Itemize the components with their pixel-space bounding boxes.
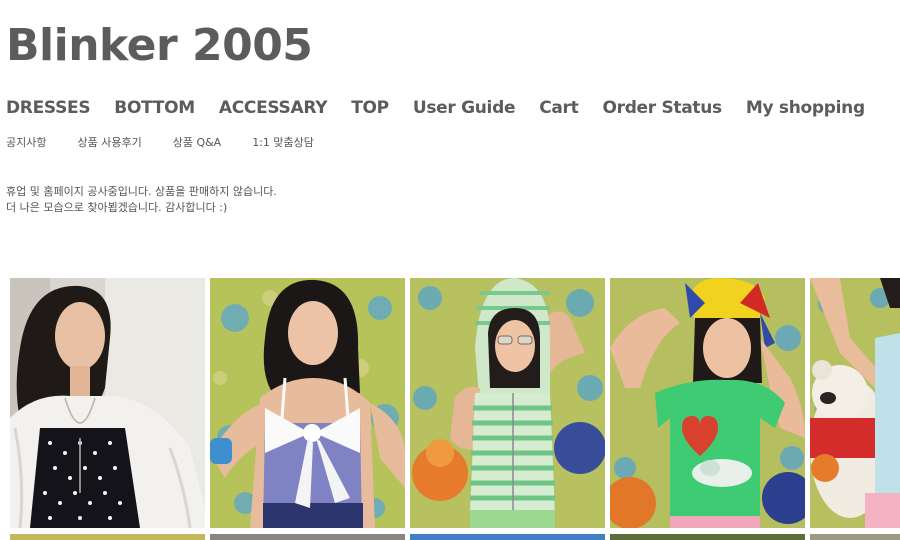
- notice-line-2: 더 나은 모습으로 찾아뵙겠습니다. 감사합니다 :): [6, 201, 228, 214]
- product-gallery: [10, 278, 900, 540]
- product-photo-2[interactable]: [210, 278, 405, 528]
- closure-notice: 휴업 및 홈페이지 공사중입니다. 상품을 판매하지 않습니다. 더 나은 모습…: [6, 184, 277, 216]
- product-photo-8[interactable]: [410, 534, 605, 540]
- sub-nav-qna[interactable]: 상품 Q&A: [173, 136, 222, 150]
- nav-top[interactable]: TOP: [351, 95, 389, 123]
- sub-nav-reviews[interactable]: 상품 사용후기: [77, 136, 141, 150]
- product-photo-white-cardigan-polka-dot-dress: [10, 278, 205, 528]
- nav-accessary[interactable]: ACCESSARY: [219, 95, 328, 123]
- nav-user-guide[interactable]: User Guide: [413, 95, 516, 123]
- sub-nav-notice[interactable]: 공지사항: [6, 136, 46, 150]
- product-photo-light-blue-top: [810, 278, 900, 528]
- site-logo[interactable]: Blinker 2005: [6, 18, 313, 74]
- product-photo-3[interactable]: [410, 278, 605, 528]
- nav-cart[interactable]: Cart: [539, 95, 579, 123]
- product-photo-7[interactable]: [210, 534, 405, 540]
- product-photo-1[interactable]: [10, 278, 205, 528]
- product-photo-green-heart-tshirt: [610, 278, 805, 528]
- product-photo-10[interactable]: [810, 534, 900, 540]
- product-photo-white-bow-tube-top: [210, 278, 405, 528]
- product-photo-5[interactable]: [810, 278, 900, 528]
- product-photo-6[interactable]: [10, 534, 205, 540]
- sub-nav: 공지사항 상품 사용후기 상품 Q&A 1:1 맞춤상담: [6, 136, 314, 150]
- product-photo-4[interactable]: [610, 278, 805, 528]
- main-nav: DRESSES BOTTOM ACCESSARY TOP User Guide …: [6, 95, 865, 123]
- product-photo-9[interactable]: [610, 534, 805, 540]
- nav-my-shopping[interactable]: My shopping: [746, 95, 865, 123]
- sub-nav-consultation[interactable]: 1:1 맞춤상담: [252, 136, 314, 150]
- notice-line-1: 휴업 및 홈페이지 공사중입니다. 상품을 판매하지 않습니다.: [6, 185, 277, 198]
- product-photo-green-striped-hoodie: [410, 278, 605, 528]
- nav-bottom[interactable]: BOTTOM: [114, 95, 195, 123]
- nav-dresses[interactable]: DRESSES: [6, 95, 91, 123]
- nav-order-status[interactable]: Order Status: [602, 95, 722, 123]
